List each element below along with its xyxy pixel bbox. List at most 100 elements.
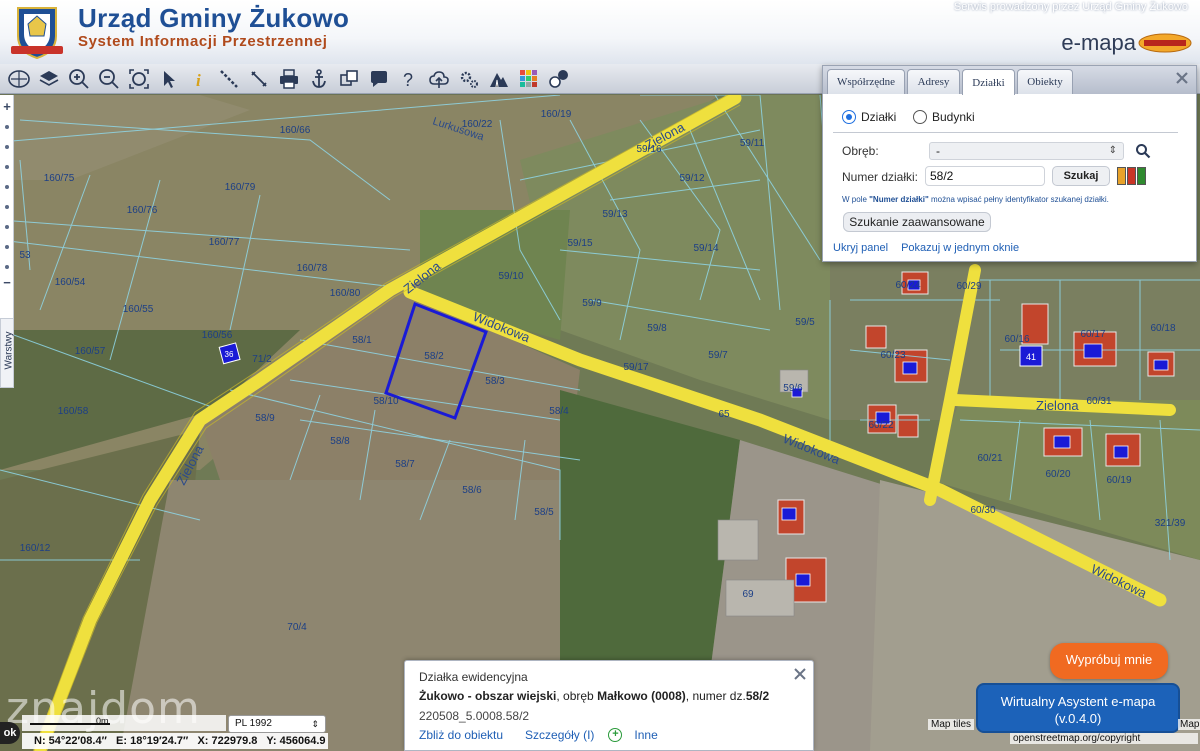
parcel-label: 160/75 — [44, 173, 75, 184]
coord-e: E: 18°19′24.7″ — [116, 735, 189, 747]
map-tiles-attribution: Map tiles — [928, 719, 975, 730]
settings-icon[interactable] — [454, 65, 484, 93]
parcel-label: 60/30 — [970, 505, 995, 516]
svg-text:?: ? — [403, 70, 413, 90]
zoom-level-dot[interactable] — [5, 185, 9, 189]
legend-icon[interactable] — [514, 65, 544, 93]
radio-dzialki[interactable]: Działki — [842, 110, 896, 124]
zoom-extent-icon[interactable] — [124, 65, 154, 93]
scale-label: 0m — [96, 716, 109, 726]
parcel-label: 60/18 — [1150, 323, 1175, 334]
layers-sidebar-label: Warstwy — [3, 331, 15, 370]
obreb-label: Obręb: — [842, 144, 879, 158]
parcel-label: 58/7 — [395, 459, 415, 470]
parcel-label: 160/22 — [462, 119, 493, 130]
parcel-label: 59/14 — [693, 243, 718, 254]
numer-dzialki-input[interactable]: 58/2 — [925, 166, 1045, 186]
parcel-label: 160/76 — [127, 205, 158, 216]
zoom-level-dot[interactable] — [5, 245, 9, 249]
layers-sidebar-toggle[interactable]: Warstwy — [0, 318, 15, 388]
tab-wspolrzedne[interactable]: Współrzędne — [827, 69, 905, 94]
info-place: Żukowo - obszar wiejski — [419, 689, 557, 703]
plus-icon[interactable]: + — [608, 728, 623, 742]
other-link[interactable]: Inne — [634, 728, 657, 742]
help-icon[interactable]: ? — [394, 65, 424, 93]
parcel-label: 60/31 — [1086, 396, 1111, 407]
overview-map-icon[interactable] — [4, 65, 34, 93]
assistant-title: Wirtualny Asystent e-mapa — [1000, 694, 1156, 709]
parcel-label: 60/23 — [880, 350, 905, 361]
zoom-level-dot[interactable] — [5, 265, 9, 269]
parcel-label: 160/79 — [225, 182, 256, 193]
tab-adresy[interactable]: Adresy — [907, 69, 960, 94]
radio-dzialki-label: Działki — [861, 110, 897, 124]
search-icon[interactable] — [1135, 143, 1151, 159]
close-icon[interactable] — [1174, 70, 1190, 86]
info-obreb-name: Małkowo (0008) — [597, 689, 686, 703]
comment-icon[interactable] — [364, 65, 394, 93]
close-icon[interactable] — [793, 667, 807, 681]
zoom-to-object-link[interactable]: Zbliż do obiektu — [419, 728, 503, 742]
parcel-label: 59/13 — [602, 209, 627, 220]
info-icon[interactable]: i — [184, 65, 214, 93]
color-swatch-orange[interactable] — [1117, 167, 1126, 185]
search-button[interactable]: Szukaj — [1052, 166, 1110, 186]
zoom-level-dot[interactable] — [5, 225, 9, 229]
advanced-search-button[interactable]: Szukanie zaawansowane — [843, 212, 991, 232]
tab-dzialki[interactable]: Działki — [962, 69, 1015, 95]
parcel-label: 160/77 — [209, 237, 240, 248]
zoom-out-icon[interactable] — [94, 65, 124, 93]
parcel-label: 60/20 — [1045, 469, 1070, 480]
parcel-label: 58/2 — [424, 351, 444, 362]
page-title: Urząd Gminy Żukowo — [78, 3, 350, 33]
layers-icon[interactable] — [34, 65, 64, 93]
measure-distance-icon[interactable] — [214, 65, 244, 93]
gmina-crest-logo[interactable] — [8, 2, 66, 60]
info-actions: Zbliż do obiektu Szczegóły (I) + Inne — [419, 728, 658, 742]
parcel-label: 59/5 — [795, 317, 815, 328]
select-arrow-icon[interactable] — [154, 65, 184, 93]
zoom-level-dot[interactable] — [5, 145, 9, 149]
hide-panel-link[interactable]: Ukryj panel — [833, 242, 888, 254]
terrain-icon[interactable] — [484, 65, 514, 93]
highlight-color-picker[interactable] — [1117, 167, 1146, 185]
obreb-select[interactable]: - ⇕ — [929, 142, 1124, 160]
zoom-in-icon[interactable] — [64, 65, 94, 93]
virtual-assistant-button[interactable]: Wirtualny Asystent e-mapa (v.0.4.0) — [976, 683, 1180, 733]
details-link[interactable]: Szczegóły (I) — [525, 728, 594, 742]
coord-n: N: 54°22′08.4″ — [34, 735, 107, 747]
info-numer: 58/2 — [745, 689, 770, 703]
crs-select[interactable]: PL 1992 ⇕ — [228, 715, 326, 733]
parcel-label: 59/15 — [567, 238, 592, 249]
parcel-label: 160/12 — [20, 543, 51, 554]
color-swatch-green[interactable] — [1137, 167, 1146, 185]
coordinates-readout: N: 54°22′08.4″ E: 18°19′24.7″ X: 722979.… — [22, 733, 328, 749]
tab-obiekty[interactable]: Obiekty — [1017, 69, 1073, 94]
info-title: Działka ewidencyjna — [419, 670, 528, 684]
anchor-icon[interactable] — [304, 65, 334, 93]
parcel-label: 60/22 — [868, 420, 893, 431]
parcel-label: 160/78 — [297, 263, 328, 274]
osm-copyright-link[interactable]: openstreetmap.org/copyright — [1010, 733, 1198, 744]
copy-coordinates-icon[interactable] — [334, 65, 364, 93]
measure-area-icon[interactable] — [244, 65, 274, 93]
try-assistant-button[interactable]: Wypróbuj mnie — [1050, 643, 1168, 679]
zoom-level-dot[interactable] — [5, 205, 9, 209]
zoom-level-dot[interactable] — [5, 125, 9, 129]
zoom-level-dot[interactable] — [5, 165, 9, 169]
single-window-link[interactable]: Pokazuj w jednym oknie — [901, 242, 1019, 254]
radio-budynki-dot[interactable] — [913, 110, 927, 124]
parcel-label: 59/17 — [623, 362, 648, 373]
radio-budynki-label: Budynki — [932, 110, 975, 124]
color-swatch-red[interactable] — [1127, 167, 1136, 185]
zoom-in-button[interactable]: + — [0, 99, 14, 114]
geosystem-logo[interactable] — [1138, 33, 1192, 53]
parcel-label: 71/2 — [252, 354, 272, 365]
message-icon[interactable] — [544, 65, 574, 93]
upload-icon[interactable] — [424, 65, 454, 93]
chevron-updown-icon: ⇕ — [1108, 145, 1117, 156]
zoom-out-button[interactable]: − — [0, 275, 14, 290]
print-icon[interactable] — [274, 65, 304, 93]
radio-budynki[interactable]: Budynki — [913, 110, 975, 124]
radio-dzialki-dot[interactable] — [842, 110, 856, 124]
